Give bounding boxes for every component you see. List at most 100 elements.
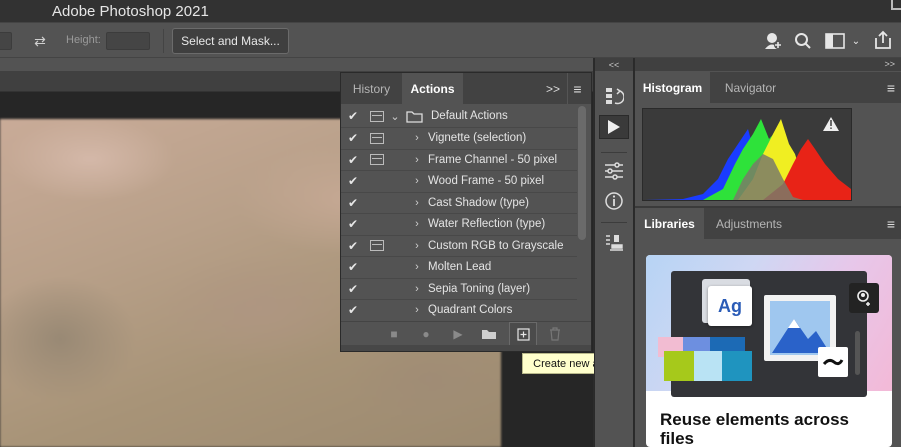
action-name: Quadrant Colors <box>428 304 513 317</box>
brush-stroke-icon <box>822 358 844 366</box>
panel-resize-grip[interactable] <box>341 345 591 351</box>
tab-adjustments[interactable]: Adjustments <box>704 208 794 239</box>
action-row[interactable]: ✔ › Quadrant Colors <box>341 300 577 322</box>
action-set-row[interactable]: ✔ ⌄ Default Actions <box>341 106 577 128</box>
action-row[interactable]: ✔ › Sepia Toning (layer) <box>341 279 577 300</box>
check-icon[interactable]: ✔ <box>341 153 365 167</box>
check-icon[interactable]: ✔ <box>341 131 365 145</box>
panel-menu-icon[interactable]: ≡ <box>881 72 901 103</box>
folder-icon[interactable] <box>480 326 498 342</box>
check-icon[interactable]: ✔ <box>341 303 365 317</box>
action-name: Wood Frame - 50 pixel <box>428 175 545 188</box>
search-icon[interactable] <box>792 30 814 52</box>
share-icon[interactable] <box>872 29 894 51</box>
libraries-card-title: Reuse elements across files <box>660 410 849 447</box>
histogram-plot <box>645 117 851 200</box>
action-row[interactable]: ✔ › Wood Frame - 50 pixel <box>341 171 577 193</box>
chevron-down-icon[interactable]: ⌄ <box>849 33 863 49</box>
action-name: Frame Channel - 50 pixel <box>428 153 558 166</box>
info-icon[interactable] <box>603 190 625 212</box>
share-user-icon[interactable] <box>762 30 784 52</box>
tab-libraries[interactable]: Libraries <box>635 208 704 239</box>
dialog-toggle-icon[interactable] <box>370 197 384 208</box>
collapse-dock-icon[interactable]: >> <box>635 58 901 71</box>
document-tab-strip <box>0 58 593 71</box>
chevron-right-icon[interactable]: › <box>384 197 428 209</box>
collapse-strip-icon[interactable]: << <box>595 58 633 71</box>
actions-panel-icon[interactable] <box>599 115 629 139</box>
tab-history[interactable]: History <box>341 73 402 104</box>
check-icon[interactable]: ✔ <box>341 174 365 188</box>
check-icon[interactable]: ✔ <box>341 217 365 231</box>
action-row[interactable]: ✔ › Molten Lead <box>341 257 577 279</box>
history-panel-icon[interactable] <box>603 85 625 107</box>
actions-panel: History Actions >> ≡ ✔ ⌄ Default Actions… <box>340 72 592 352</box>
dialog-toggle-icon[interactable] <box>370 132 384 144</box>
create-new-action-button[interactable] <box>509 322 537 346</box>
play-icon[interactable]: ▶ <box>451 327 465 341</box>
height-field[interactable] <box>106 32 150 50</box>
dialog-toggle-icon[interactable] <box>370 219 384 230</box>
text-style-card: Ag <box>708 286 752 326</box>
right-panel-dock: >> Histogram Navigator ≡ Libraries Adjus… <box>635 58 901 447</box>
dialog-toggle-icon[interactable] <box>370 262 384 273</box>
chevron-right-icon[interactable]: › <box>384 218 428 230</box>
dialog-toggle-icon[interactable] <box>370 154 384 166</box>
dialog-toggle-icon[interactable] <box>370 110 384 122</box>
chevron-right-icon[interactable]: › <box>384 283 428 295</box>
workspace-icon[interactable] <box>824 31 846 51</box>
dialog-toggle-icon[interactable] <box>370 240 384 252</box>
chevron-right-icon[interactable]: › <box>384 240 428 252</box>
chevron-down-icon[interactable]: ⌄ <box>384 110 406 123</box>
libraries-panel-tabs: Libraries Adjustments ≡ <box>635 208 901 239</box>
actions-scrollbar[interactable] <box>578 106 586 240</box>
warning-icon[interactable] <box>825 114 845 134</box>
dialog-toggle-icon[interactable] <box>370 283 384 294</box>
chevron-right-icon[interactable]: › <box>384 304 428 316</box>
dialog-toggle-icon[interactable] <box>370 305 384 316</box>
check-icon[interactable]: ✔ <box>341 109 365 123</box>
title-bar: Adobe Photoshop 2021 <box>0 0 901 22</box>
action-name: Sepia Toning (layer) <box>428 282 531 295</box>
panel-menu-icon[interactable]: ≡ <box>881 208 901 239</box>
action-set-name: Default Actions <box>431 110 508 123</box>
folder-icon <box>406 111 423 123</box>
dialog-toggle-icon[interactable] <box>370 176 384 187</box>
check-icon[interactable]: ✔ <box>341 282 365 296</box>
check-icon[interactable]: ✔ <box>341 196 365 210</box>
tab-navigator[interactable]: Navigator <box>710 72 791 103</box>
properties-sliders-icon[interactable] <box>603 160 625 182</box>
panel-menu-icon[interactable]: ≡ <box>567 73 587 104</box>
histogram-graph <box>642 108 852 201</box>
chevron-right-icon[interactable]: › <box>384 132 428 144</box>
tab-actions[interactable]: Actions <box>402 73 463 104</box>
width-field[interactable] <box>0 32 12 50</box>
divider <box>163 29 164 53</box>
record-icon[interactable]: ● <box>419 327 433 341</box>
actions-footer: ■ ● ▶ <box>341 321 591 346</box>
brush-card <box>818 347 848 377</box>
trash-icon[interactable] <box>547 326 563 342</box>
check-icon[interactable]: ✔ <box>341 239 365 253</box>
photoshop-window: Adobe Photoshop 2021 ⇄ Height: Select an… <box>0 0 901 447</box>
select-and-mask-button[interactable]: Select and Mask... <box>172 28 289 54</box>
action-row[interactable]: ✔ › Vignette (selection) <box>341 128 577 150</box>
action-row[interactable]: ✔ › Water Reflection (type) <box>341 214 577 236</box>
height-label: Height: <box>66 34 101 46</box>
options-bar: ⇄ Height: Select and Mask... ⌄ <box>0 22 901 58</box>
tab-histogram[interactable]: Histogram <box>635 72 710 103</box>
clone-source-icon[interactable] <box>603 232 625 254</box>
swap-arrows-icon[interactable]: ⇄ <box>30 32 50 50</box>
action-row[interactable]: ✔ › Custom RGB to Grayscale <box>341 236 577 257</box>
chevron-right-icon[interactable]: › <box>384 175 428 187</box>
action-row[interactable]: ✔ › Frame Channel - 50 pixel <box>341 150 577 171</box>
chevron-right-icon[interactable]: › <box>384 154 428 166</box>
expand-panel-icon[interactable]: >> <box>541 73 565 104</box>
illustration-scrollbar <box>855 331 860 375</box>
add-user-icon <box>849 283 879 313</box>
action-row[interactable]: ✔ › Cast Shadow (type) <box>341 193 577 214</box>
stop-icon[interactable]: ■ <box>387 327 401 341</box>
check-icon[interactable]: ✔ <box>341 260 365 274</box>
chevron-right-icon[interactable]: › <box>384 261 428 273</box>
action-name: Cast Shadow (type) <box>428 196 529 209</box>
